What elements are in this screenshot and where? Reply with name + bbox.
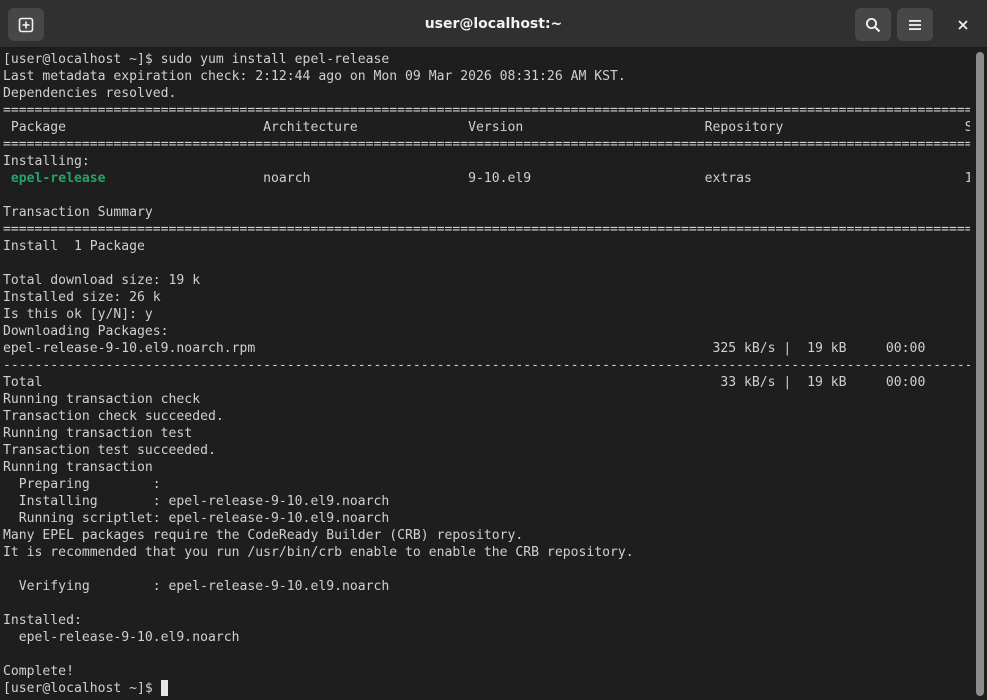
search-button[interactable] [855, 8, 891, 41]
terminal-line: Transaction Summary [3, 205, 153, 220]
terminal-line: Installed: [3, 613, 82, 628]
terminal-line: Verifying : epel-release-9-10.el9.noarch… [3, 579, 970, 594]
terminal-line: It is recommended that you run /usr/bin/… [3, 545, 634, 560]
terminal-line: Running scriptlet: epel-release-9-10.el9… [3, 511, 970, 526]
terminal-line: ----------------------------------------… [3, 358, 970, 373]
terminal-line: [user@localhost ~]$ [3, 680, 970, 697]
shell-prompt: [user@localhost ~]$ [3, 681, 161, 696]
main-menu-button[interactable] [897, 8, 933, 41]
text-cursor [160, 680, 168, 696]
terminal-line: Complete! [3, 664, 74, 679]
terminal-line: Running transaction check [3, 392, 201, 407]
terminal-line: Package Architecture Version Repository … [3, 120, 970, 135]
package-row-details: noarch 9-10.el9 extras 19 k [105, 171, 970, 186]
package-row-indent [3, 171, 11, 186]
terminal-line: Last metadata expiration check: 2:12:44 … [3, 69, 626, 84]
terminal-line: epel-release-9-10.el9.noarch [3, 630, 240, 645]
scrollbar-thumb[interactable] [976, 52, 984, 696]
terminal-line: Install 1 Package [3, 239, 145, 254]
terminal-line: [user@localhost ~]$ sudo yum install epe… [3, 52, 390, 67]
terminal-line: Transaction check succeeded. [3, 409, 224, 424]
terminal-line: epel-release noarch 9-10.el9 extras 19 k [3, 170, 970, 187]
terminal-line: Total 33 kB/s | 19 kB 00:00 [3, 375, 926, 390]
terminal-line: Installed size: 26 k [3, 290, 161, 305]
terminal-line: Many EPEL packages require the CodeReady… [3, 528, 524, 543]
close-icon [958, 19, 968, 30]
terminal-view[interactable]: [user@localhost ~]$ sudo yum install epe… [0, 48, 970, 700]
window-title: user@localhost:~ [424, 16, 563, 32]
terminal-output: [user@localhost ~]$ sudo yum install epe… [0, 48, 970, 697]
terminal-line: Transaction test succeeded. [3, 443, 216, 458]
terminal-line: Preparing : 1/1 [3, 477, 970, 492]
terminal-line: Dependencies resolved. [3, 86, 177, 101]
search-icon [866, 17, 881, 32]
new-tab-icon [18, 17, 34, 32]
terminal-line: Running transaction [3, 460, 153, 475]
terminal-window: user@localhost:~ [user@localhost ~]$ sud… [0, 0, 987, 700]
new-tab-button[interactable] [8, 8, 44, 41]
package-name: epel-release [10, 171, 106, 186]
hamburger-menu-icon [909, 19, 921, 30]
close-button[interactable] [945, 8, 981, 41]
terminal-line: Running transaction test [3, 426, 193, 441]
terminal-line: ========================================… [3, 137, 970, 152]
terminal-line: Downloading Packages: [3, 324, 169, 339]
terminal-line: Installing: [3, 154, 90, 169]
terminal-line: ========================================… [3, 103, 970, 118]
header-bar: user@localhost:~ [0, 0, 987, 48]
terminal-line: ========================================… [3, 222, 970, 237]
scrollbar[interactable] [970, 48, 987, 700]
terminal-line: Total download size: 19 k [3, 273, 201, 288]
terminal-line: epel-release-9-10.el9.noarch.rpm 325 kB/… [3, 341, 926, 356]
terminal-line: Is this ok [y/N]: y [3, 307, 153, 322]
terminal-line: Installing : epel-release-9-10.el9.noarc… [3, 494, 970, 509]
